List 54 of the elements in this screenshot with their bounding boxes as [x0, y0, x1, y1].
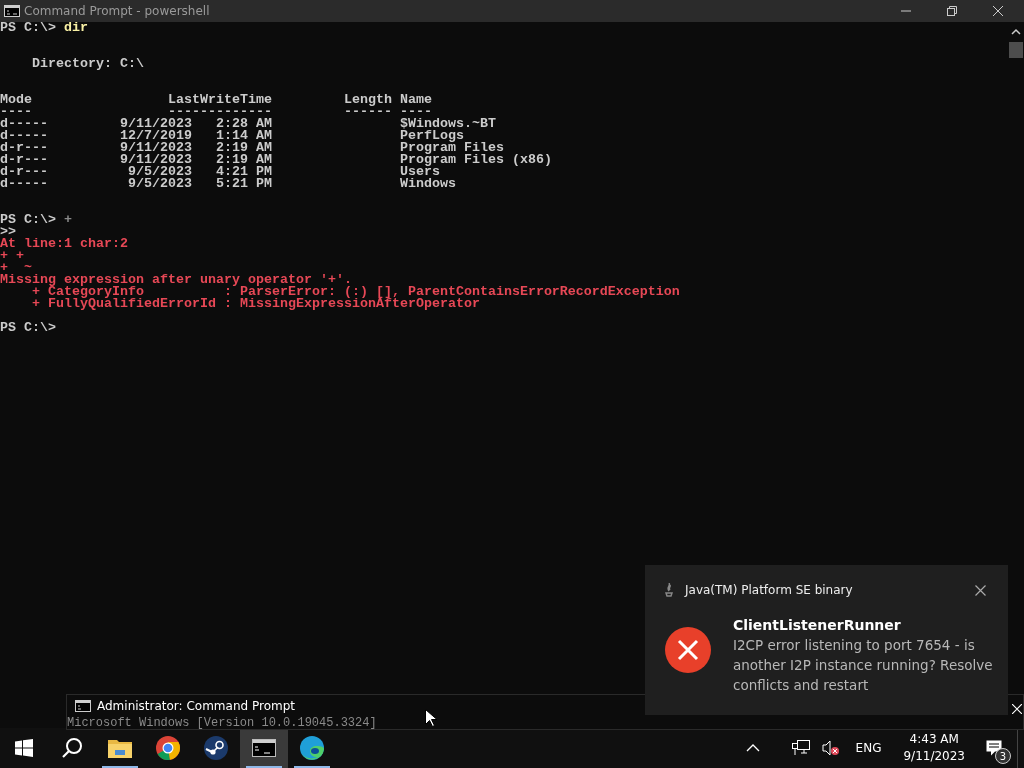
chevron-up-icon[interactable]: [745, 744, 760, 752]
terminal-icon: [4, 5, 20, 17]
console-line: d----- 9/11/2023 2:28 AM $Windows.~BT: [0, 118, 497, 130]
console-prompt: PS C:\>: [0, 212, 56, 227]
notification-title: ClientListenerRunner: [733, 616, 902, 635]
cursor-icon: [425, 709, 437, 727]
error-line: + ~: [0, 262, 32, 274]
notification-message: I2CP error listening to port 7654 - is another I2P instance running? Resolve conflicts and restart: [733, 636, 994, 695]
search-icon: [61, 737, 83, 759]
network-icon[interactable]: [791, 740, 810, 756]
close-icon[interactable]: [975, 584, 986, 596]
restore-icon[interactable]: [946, 5, 958, 17]
console-command: dir: [64, 20, 88, 35]
volume-muted-icon[interactable]: [821, 740, 840, 756]
taskbar-app[interactable]: [240, 728, 288, 768]
error-line: + +: [0, 250, 25, 262]
preview-title: Administrator: Command Prompt: [97, 699, 295, 713]
console-line: d-r--- 9/11/2023 2:19 AM Program Files (x86): [0, 154, 553, 166]
terminal-icon: [75, 700, 91, 712]
clock-time[interactable]: 4:43 AM: [909, 731, 959, 748]
console-line: Mode LastWriteTime Length Name: [0, 94, 433, 106]
edge-icon: [300, 736, 324, 760]
notification-toast[interactable]: Java(TM) Platform SE binary ClientListenerRunner I2CP error listening to port 7654 - is another I2P instance running? Resolve conflicts and restart: [645, 565, 1008, 715]
error-icon: [665, 627, 711, 673]
error-line: + CategoryInfo : ParserError: (:) [], ParentContainsErrorRecordException: [32, 286, 681, 298]
scroll-thumb[interactable]: [1009, 42, 1023, 58]
console-line: Microsoft Windows [Version 10.0.19045.3324]: [67, 716, 377, 730]
console-line: >>: [0, 226, 17, 238]
steam-icon: [204, 736, 228, 760]
console-line: Directory: C:\: [31, 58, 145, 70]
close-icon[interactable]: [992, 5, 1004, 17]
error-line: Missing expression after unary operator '+'.: [0, 274, 352, 286]
console-line: d-r--- 9/5/2023 4:21 PM Users: [0, 166, 440, 178]
console-prompt: PS C:\>: [0, 20, 56, 35]
error-line: At line:1 char:2: [0, 238, 129, 250]
terminal-icon: [252, 739, 276, 757]
error-line: + FullyQualifiedErrorId : MissingExpressionAfterOperator: [31, 298, 480, 310]
scroll-up-icon[interactable]: [1011, 28, 1021, 36]
console-line: d-r--- 9/11/2023 2:19 AM Program Files: [0, 142, 505, 154]
console-line: d----- 12/7/2019 1:14 AM PerfLogs: [0, 130, 464, 142]
window-title: Command Prompt - powershell: [24, 4, 211, 18]
chrome-icon: [156, 736, 180, 760]
console-line: PS C:\>: [0, 322, 57, 334]
java-icon: [665, 583, 673, 597]
console-line: ---- ------------- ------ ----: [0, 106, 432, 118]
console-line: d----- 9/5/2023 5:21 PM Windows: [0, 178, 457, 190]
folder-icon: [108, 738, 132, 758]
clock-date[interactable]: 9/11/2023: [903, 748, 965, 765]
notification-icon[interactable]: [986, 740, 1002, 756]
notification-badge: 3: [995, 748, 1011, 764]
console-command: +: [64, 212, 72, 227]
windows-icon: [15, 739, 33, 757]
language-indicator[interactable]: ENG: [855, 741, 882, 755]
notification-app-name: Java(TM) Platform SE binary: [685, 583, 854, 597]
